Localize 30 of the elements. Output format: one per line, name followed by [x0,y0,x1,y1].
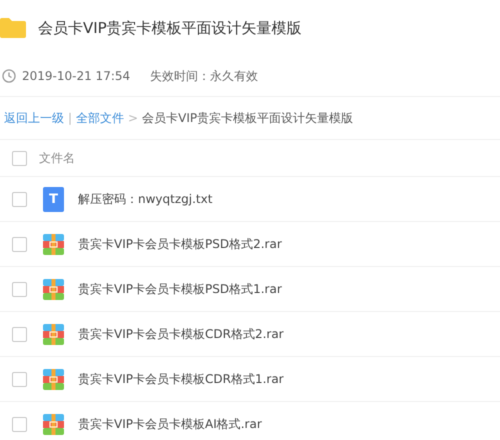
all-files-link[interactable]: 全部文件 [76,110,124,126]
expiry-text: 失效时间：永久有效 [150,68,258,84]
archive-icon [43,414,64,434]
archive-icon [43,278,64,300]
file-name[interactable]: 贵宾卡VIP卡会员卡模板CDR格式1.rar [78,370,284,388]
archive-icon [43,324,64,344]
row-checkbox[interactable] [12,416,27,432]
row-checkbox[interactable] [12,282,27,296]
row-checkbox[interactable] [12,326,27,342]
back-link[interactable]: 返回上一级 [4,110,64,126]
file-name[interactable]: 解压密码：nwyqtzgj.txt [78,190,212,208]
chevron: > [128,111,138,125]
share-date: 2019-10-21 17:54 [22,69,130,83]
current-folder: 会员卡VIP贵宾卡模板平面设计矢量模版 [142,110,354,126]
separator: | [68,111,72,125]
column-header: 文件名 [39,150,75,166]
row-checkbox[interactable] [12,236,27,252]
folder-title: 会员卡VIP贵宾卡模板平面设计矢量模版 [38,18,302,38]
select-all-checkbox[interactable] [12,150,27,166]
folder-icon [0,18,26,38]
file-name[interactable]: 贵宾卡VIP卡会员卡模板PSD格式2.rar [78,236,282,252]
file-name[interactable]: 贵宾卡VIP卡会员卡模板CDR格式2.rar [78,326,284,342]
archive-icon [43,234,64,254]
archive-icon [43,368,64,390]
row-checkbox[interactable] [12,372,27,386]
text-file-icon: T [43,186,64,212]
row-checkbox[interactable] [12,192,27,206]
file-name[interactable]: 贵宾卡VIP卡会员卡模板PSD格式1.rar [78,280,282,298]
file-name[interactable]: 贵宾卡VIP卡会员卡模板AI格式.rar [78,416,262,432]
clock-icon [2,69,16,83]
